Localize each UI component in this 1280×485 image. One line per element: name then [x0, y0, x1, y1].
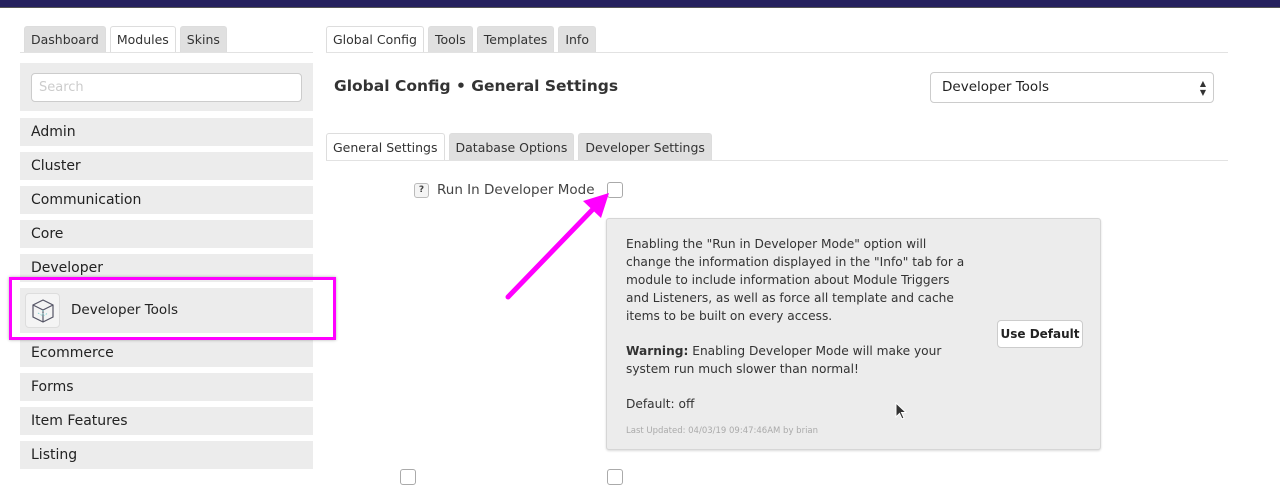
help-panel: Enabling the "Run in Developer Mode" opt… — [606, 218, 1101, 450]
tab-global-config[interactable]: Global Config — [326, 26, 424, 52]
chevron-updown-icon: ▲ ▼ — [1199, 79, 1206, 97]
tab-tools[interactable]: Tools — [427, 26, 473, 52]
sidebar-item-item-features[interactable]: Item Features — [20, 407, 313, 435]
sidebar-item-forms[interactable]: Forms — [20, 373, 313, 401]
top-bar — [0, 0, 1280, 8]
tab-divider — [20, 52, 313, 53]
default-value: Default: off — [626, 397, 695, 411]
module-select[interactable]: Developer Tools ▲ ▼ — [930, 72, 1214, 103]
tab-database-options[interactable]: Database Options — [448, 133, 575, 161]
tab-general-settings[interactable]: General Settings — [326, 133, 445, 161]
search-input[interactable] — [31, 73, 302, 102]
main-tabs: Global Config Tools Templates Info — [326, 26, 596, 52]
tab-templates[interactable]: Templates — [476, 26, 555, 52]
mouse-cursor-icon — [895, 402, 908, 420]
next-setting-checkbox[interactable] — [607, 469, 623, 485]
sidebar-item-admin[interactable]: Admin — [20, 118, 313, 146]
tab-info[interactable]: Info — [558, 26, 596, 52]
sidebar-item-cluster[interactable]: Cluster — [20, 152, 313, 180]
warning-label: Warning: — [626, 344, 689, 358]
sidebar-item-communication[interactable]: Communication — [20, 186, 313, 214]
last-updated: Last Updated: 04/03/19 09:47:46AM by bri… — [626, 426, 819, 436]
use-default-button[interactable]: Use Default — [997, 320, 1083, 348]
tab-dashboard[interactable]: Dashboard — [24, 26, 106, 52]
help-description: Enabling the "Run in Developer Mode" opt… — [626, 237, 965, 323]
tab-skins[interactable]: Skins — [179, 26, 227, 52]
highlight-box — [9, 277, 336, 340]
search-container — [20, 63, 313, 111]
tab-modules[interactable]: Modules — [109, 26, 176, 52]
help-icon[interactable]: ? — [414, 183, 429, 198]
setting-label: Run In Developer Mode — [437, 182, 595, 198]
sub-tabs: General Settings Database Options Develo… — [326, 133, 712, 161]
next-setting-help-icon[interactable] — [400, 469, 416, 485]
module-select-value: Developer Tools — [942, 79, 1049, 95]
tab-developer-settings[interactable]: Developer Settings — [578, 133, 712, 161]
sidebar-item-listing[interactable]: Listing — [20, 441, 313, 469]
left-tabs: Dashboard Modules Skins — [24, 26, 227, 52]
tab-divider — [326, 160, 1228, 161]
page-title: Global Config • General Settings — [334, 77, 619, 95]
tab-divider — [326, 52, 1228, 53]
sidebar-item-ecommerce[interactable]: Ecommerce — [20, 339, 313, 367]
sidebar-item-core[interactable]: Core — [20, 220, 313, 248]
developer-mode-checkbox[interactable] — [607, 182, 623, 198]
